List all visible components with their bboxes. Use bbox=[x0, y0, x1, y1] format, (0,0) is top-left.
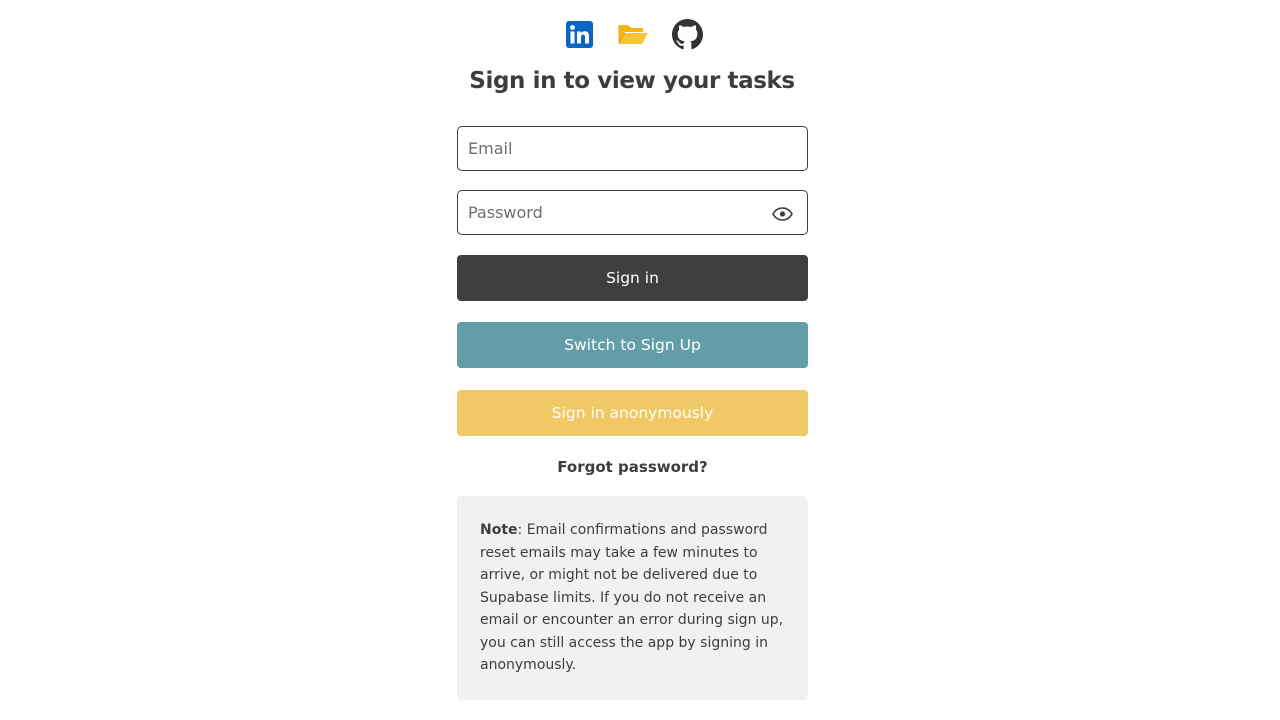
password-visibility-toggle[interactable] bbox=[771, 203, 793, 225]
eye-icon bbox=[771, 207, 793, 221]
folder-open-icon bbox=[618, 25, 648, 45]
switch-to-sign-up-button[interactable]: Switch to Sign Up bbox=[457, 322, 808, 368]
sign-in-button[interactable]: Sign in bbox=[457, 255, 808, 301]
github-icon bbox=[671, 18, 703, 49]
password-input[interactable] bbox=[458, 191, 807, 234]
note-text: : Email confirmations and password reset… bbox=[480, 522, 784, 673]
password-field-wrapper bbox=[457, 190, 808, 235]
sign-in-anonymously-button[interactable]: Sign in anonymously bbox=[457, 390, 808, 436]
github-link[interactable] bbox=[671, 18, 703, 50]
note-label: Note bbox=[480, 522, 518, 538]
linkedin-icon bbox=[565, 20, 593, 48]
social-links bbox=[563, 18, 703, 50]
email-field-wrapper bbox=[457, 126, 808, 171]
forgot-password-link[interactable]: Forgot password? bbox=[457, 458, 808, 476]
note-box: Note: Email confirmations and password r… bbox=[457, 496, 808, 700]
email-input[interactable] bbox=[458, 127, 807, 170]
folder-link[interactable] bbox=[617, 18, 649, 50]
page-title: Sign in to view your tasks bbox=[469, 68, 795, 94]
linkedin-link[interactable] bbox=[563, 18, 595, 50]
